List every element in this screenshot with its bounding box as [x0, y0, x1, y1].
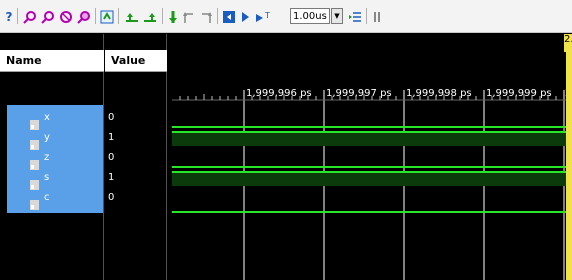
svg-text:T: T: [264, 11, 270, 20]
signal-name-s[interactable]: s: [44, 168, 49, 188]
signal-value-c: 0: [108, 192, 115, 203]
toolbar-separator: [366, 8, 367, 24]
next-marker-icon[interactable]: [199, 8, 213, 25]
timeline-label: 1,999,999 ps: [486, 88, 552, 99]
go-to-start-icon[interactable]: [124, 8, 140, 25]
waveform-canvas[interactable]: [168, 34, 572, 280]
signal-value-s: 1: [108, 172, 115, 183]
name-column-header[interactable]: Name: [0, 50, 104, 72]
add-marker-icon[interactable]: [167, 8, 179, 25]
toolbar: ? T 1.00us ▼: [0, 0, 572, 33]
signal-selection: [7, 105, 103, 213]
previous-marker-icon[interactable]: [182, 8, 196, 25]
run-for-time-icon[interactable]: T: [254, 8, 284, 25]
wave-y-fill: [172, 132, 572, 146]
signal-icon: [30, 175, 39, 190]
signal-icon: [30, 115, 39, 130]
toolbar-separator: [118, 8, 119, 24]
time-cursor[interactable]: [566, 34, 572, 280]
zoom-full-icon[interactable]: [77, 8, 91, 25]
value-column-header[interactable]: Value: [105, 50, 167, 72]
timeline-label: 1,999,997 ps: [326, 88, 392, 99]
wave-s-fill: [172, 172, 572, 186]
signal-icon: [30, 135, 39, 150]
go-to-end-icon[interactable]: [142, 8, 158, 25]
signal-name-c[interactable]: c: [44, 188, 50, 208]
signal-value-y: 1: [108, 132, 115, 143]
timeline-label: 1,999,996 ps: [246, 88, 312, 99]
run-time-dropdown[interactable]: ▼: [331, 8, 343, 24]
signal-icon: [30, 155, 39, 170]
run-icon[interactable]: [240, 8, 250, 25]
snap-icon[interactable]: [100, 8, 114, 25]
signal-icon: [30, 195, 39, 210]
cursor-label: 2.: [564, 34, 572, 52]
toolbar-separator: [217, 8, 218, 24]
run-time-input[interactable]: 1.00us: [290, 8, 330, 24]
zoom-in-icon[interactable]: [23, 8, 37, 25]
timeline-label: 1,999,998 ps: [406, 88, 472, 99]
restart-icon[interactable]: [222, 8, 236, 25]
signal-name-y[interactable]: y: [44, 128, 50, 148]
toolbar-separator: [95, 8, 96, 24]
toolbar-separator: [162, 8, 163, 24]
help-icon[interactable]: ?: [4, 8, 14, 25]
pause-icon[interactable]: [372, 8, 382, 25]
signal-name-x[interactable]: x: [44, 108, 50, 128]
zoom-fit-icon[interactable]: [59, 8, 73, 25]
signal-value-x: 0: [108, 112, 115, 123]
signal-value-z: 0: [108, 152, 115, 163]
step-icon[interactable]: [348, 8, 362, 25]
zoom-out-icon[interactable]: [41, 8, 55, 25]
toolbar-separator: [17, 8, 18, 24]
signal-name-z[interactable]: z: [44, 148, 49, 168]
